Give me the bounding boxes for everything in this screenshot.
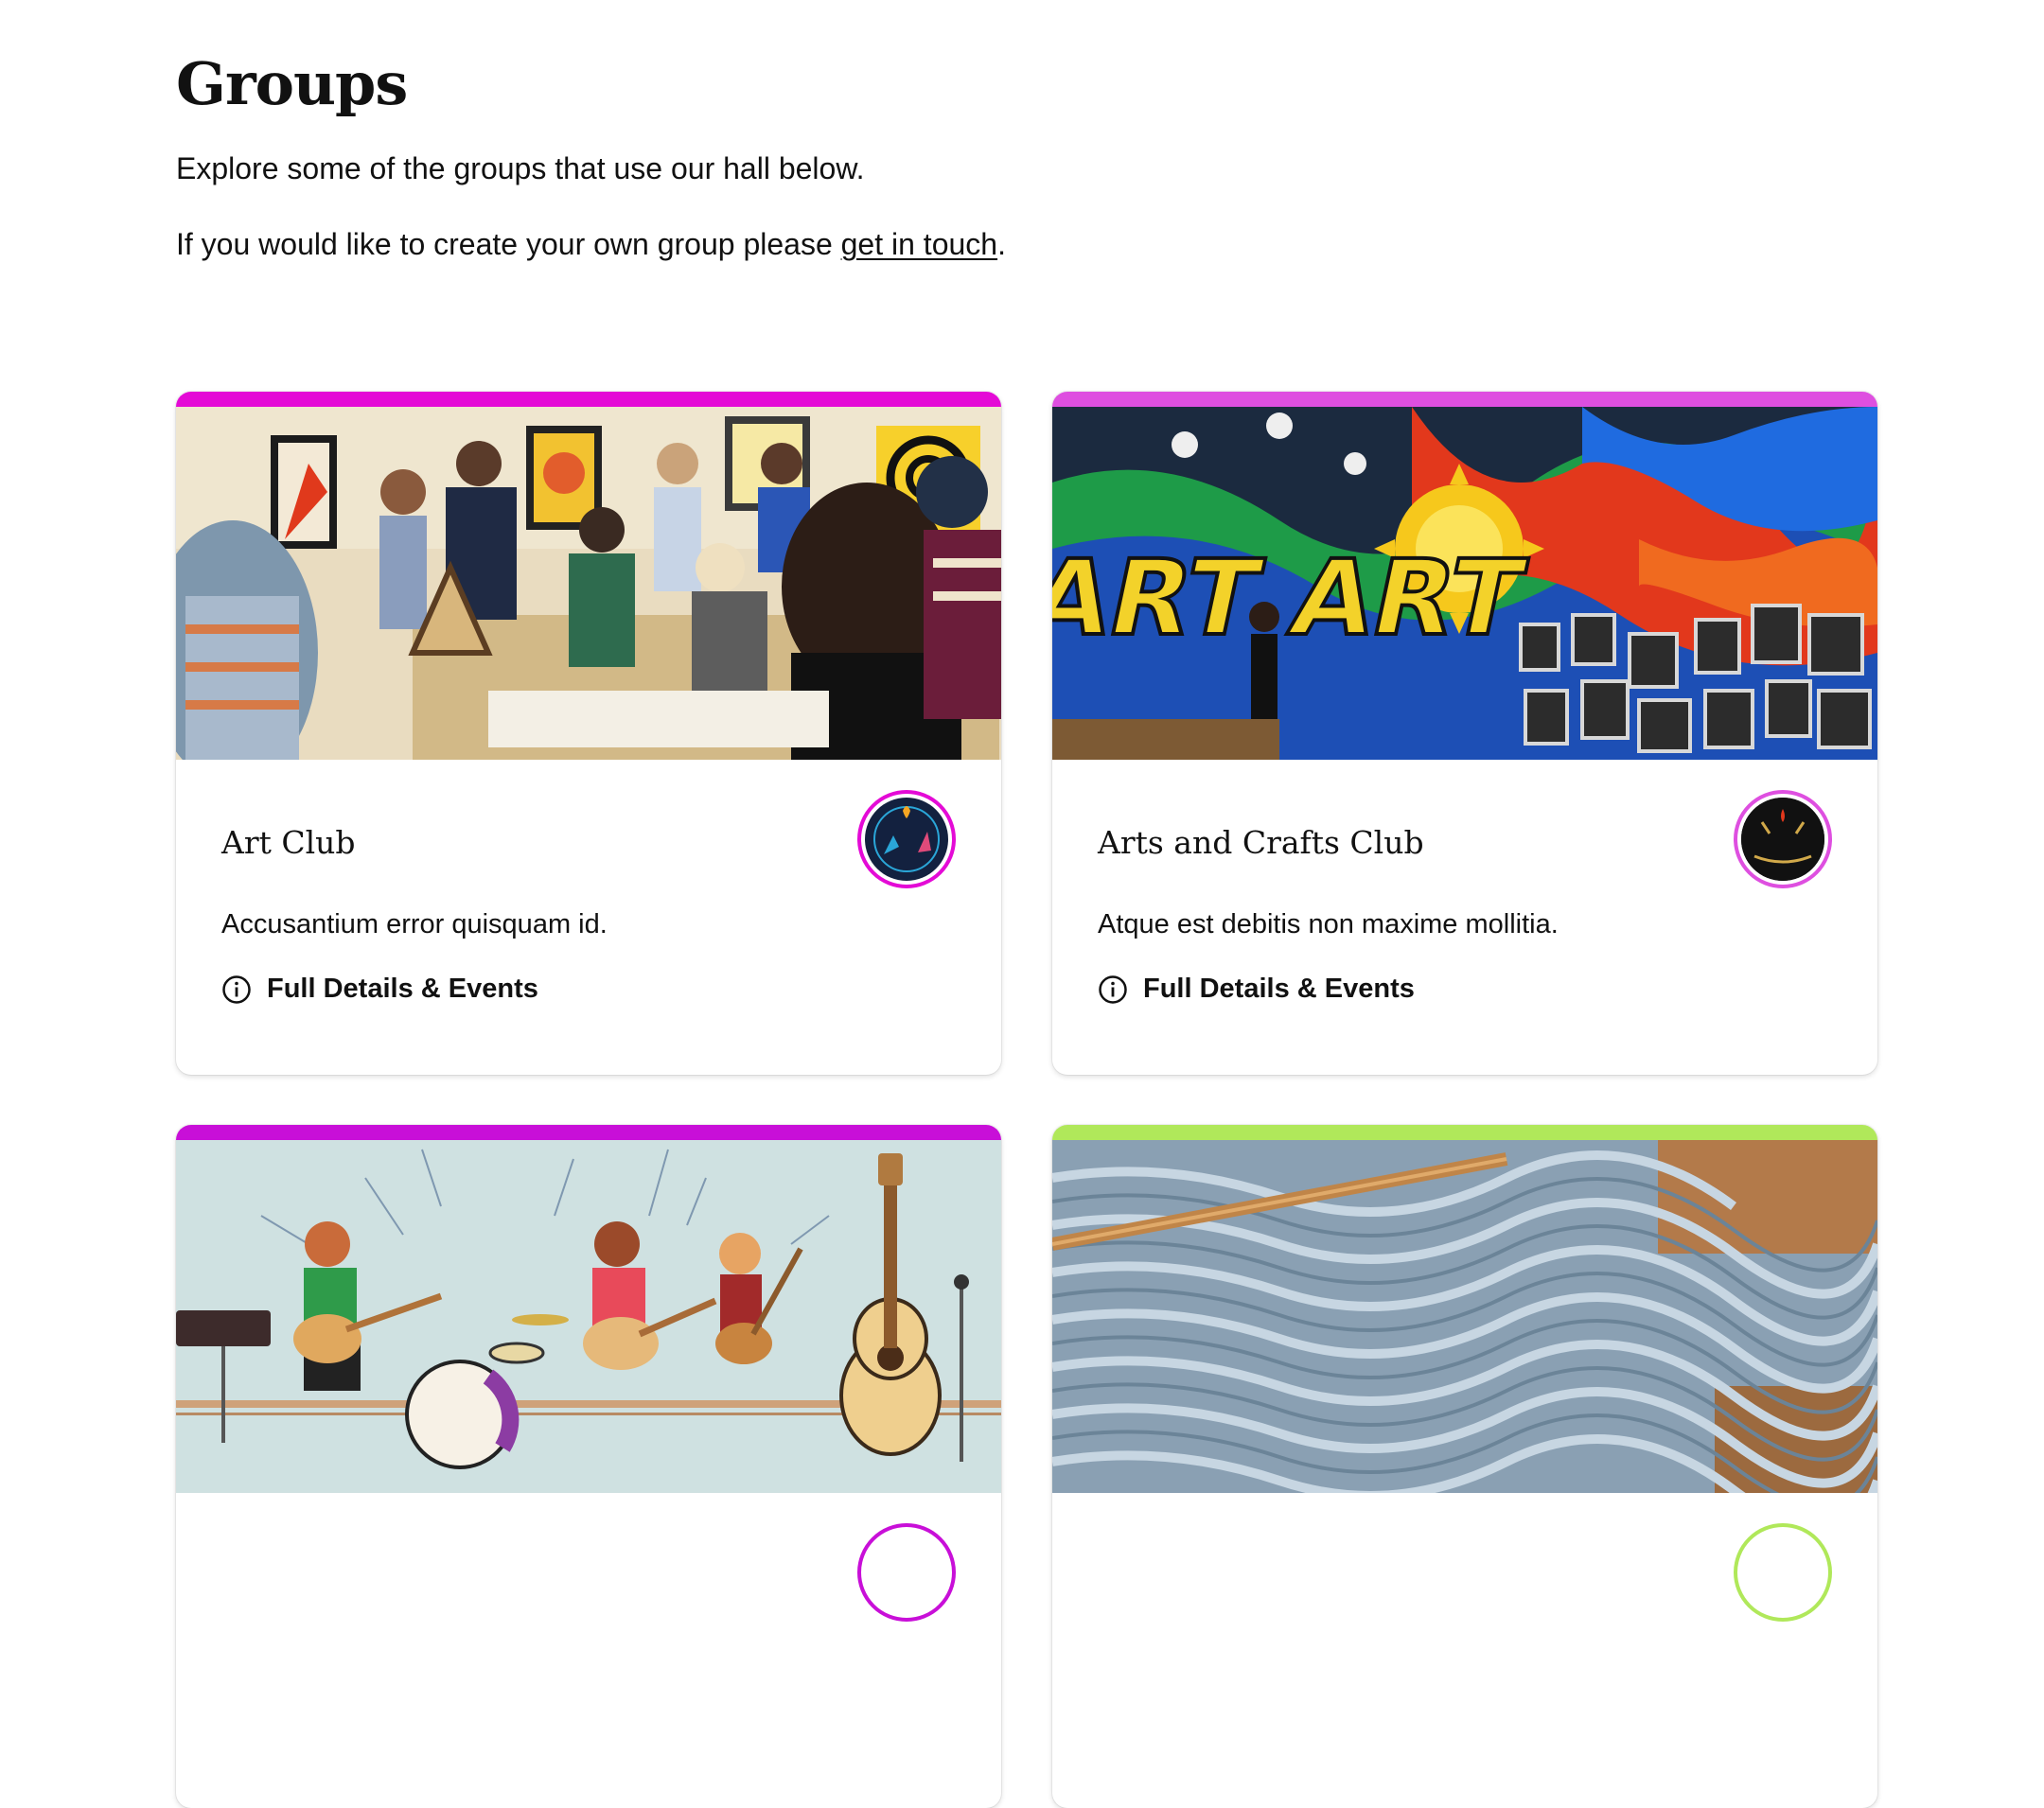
card-title[interactable]: Art Club <box>221 824 356 861</box>
card-body <box>176 1493 1001 1808</box>
group-card-music[interactable] <box>176 1125 1001 1808</box>
card-description: Atque est debitis non maxime mollitia. <box>1098 909 1559 939</box>
full-details-label: Full Details & Events <box>267 974 538 1004</box>
group-logo <box>857 790 956 888</box>
group-card-knitting[interactable] <box>1052 1125 1877 1808</box>
full-details-label: Full Details & Events <box>1143 974 1415 1004</box>
group-card-art-club[interactable]: Art Club Accusantium error quisquam id. … <box>176 392 1001 1075</box>
group-logo <box>1734 790 1832 888</box>
group-logo <box>1734 1523 1832 1622</box>
full-details-link[interactable]: Full Details & Events <box>221 974 538 1005</box>
group-logo-image <box>865 1531 948 1614</box>
intro-text: Explore some of the groups that use our … <box>176 151 865 185</box>
contact-text: If you would like to create your own gro… <box>176 227 1006 262</box>
group-logo-image <box>1741 798 1824 881</box>
group-photo <box>176 1140 1001 1493</box>
card-accent-bar <box>1052 1125 1877 1140</box>
page-title: Groups <box>176 49 408 118</box>
card-title[interactable]: Arts and Crafts Club <box>1098 824 1424 861</box>
contact-text-prefix: If you would like to create your own gro… <box>176 227 841 261</box>
card-body: Arts and Crafts Club Atque est debitis n… <box>1052 760 1877 1075</box>
group-logo-image <box>865 798 948 881</box>
card-body: Art Club Accusantium error quisquam id. … <box>176 760 1001 1075</box>
contact-text-suffix: . <box>997 227 1006 261</box>
group-logo <box>857 1523 956 1622</box>
info-icon <box>222 974 251 1004</box>
get-in-touch-link[interactable]: get in touch <box>841 227 997 261</box>
group-card-arts-and-crafts-club[interactable]: ART ART Arts and Crafts Club Atque est d… <box>1052 392 1877 1075</box>
group-photo <box>1052 1140 1877 1493</box>
card-accent-bar <box>1052 392 1877 407</box>
group-photo: ART ART <box>1052 407 1877 760</box>
card-accent-bar <box>176 392 1001 407</box>
svg-text:ART ART: ART ART <box>1052 538 1534 659</box>
card-body <box>1052 1493 1877 1808</box>
full-details-link[interactable]: Full Details & Events <box>1098 974 1415 1005</box>
group-logo-image <box>1741 1531 1824 1614</box>
card-accent-bar <box>176 1125 1001 1140</box>
group-photo <box>176 407 1001 760</box>
card-description: Accusantium error quisquam id. <box>221 909 608 939</box>
info-icon <box>1099 974 1127 1004</box>
